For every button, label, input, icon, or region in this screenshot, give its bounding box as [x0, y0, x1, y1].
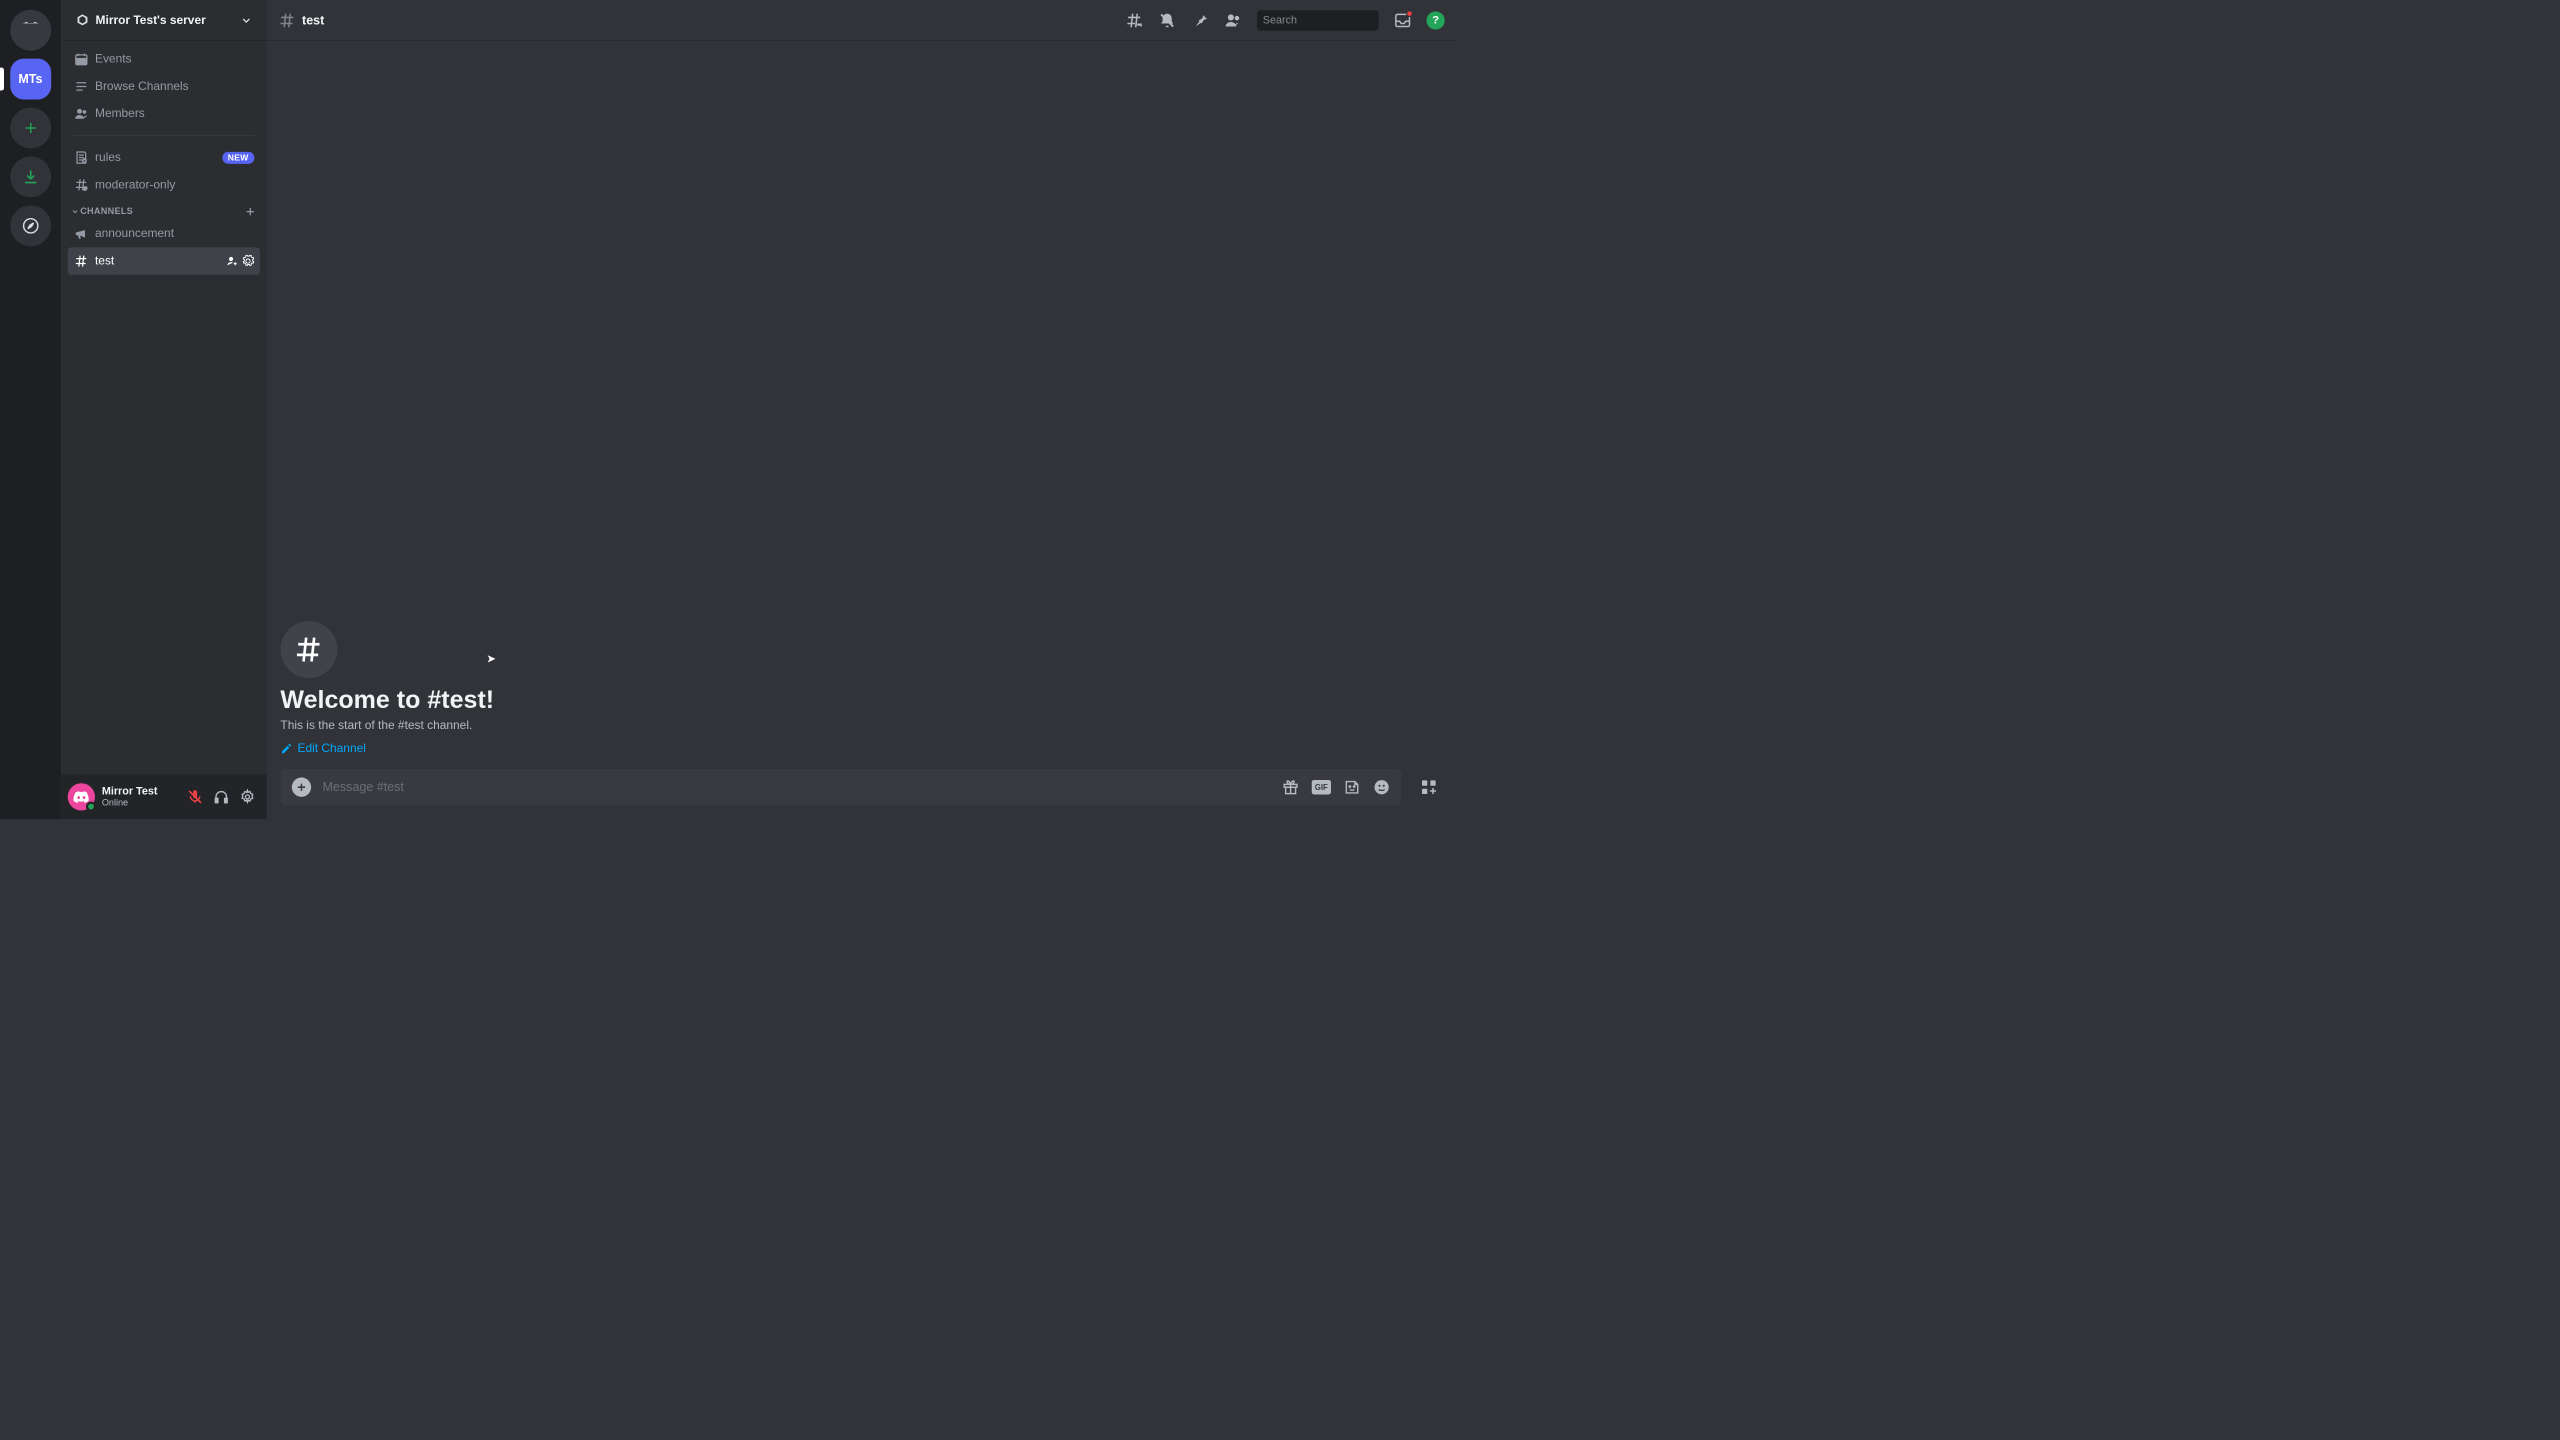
bell-muted-icon — [1158, 11, 1176, 29]
chevron-down-icon — [240, 14, 253, 27]
hash-icon — [73, 253, 89, 269]
avatar[interactable] — [68, 783, 95, 810]
server-rail: MTs — [0, 0, 61, 819]
nav-members[interactable]: Members — [68, 100, 260, 127]
deafen-button[interactable] — [209, 784, 234, 809]
calendar-icon — [73, 51, 89, 67]
gear-icon[interactable] — [242, 255, 255, 268]
welcome-hash-icon — [280, 621, 337, 678]
members-icon — [73, 106, 89, 122]
channel-sidebar: Mirror Test's server Events Browse Chann… — [61, 0, 267, 819]
invite-icon[interactable] — [226, 255, 239, 268]
channel-rules[interactable]: rules NEW — [68, 144, 260, 171]
help-icon: ? — [1427, 11, 1445, 29]
gift-button[interactable] — [1282, 779, 1299, 796]
channel-moderator-only[interactable]: moderator-only — [68, 171, 260, 198]
gift-icon — [1282, 779, 1299, 796]
compass-icon — [22, 217, 39, 234]
channel-list: Events Browse Channels Members rules NEW… — [61, 41, 267, 775]
discover-button[interactable] — [10, 205, 51, 246]
hash-icon — [278, 11, 296, 29]
channel-test[interactable]: test — [68, 247, 260, 274]
gif-icon: GIF — [1312, 779, 1331, 796]
member-list-button[interactable] — [1224, 11, 1242, 29]
nav-browse-channels[interactable]: Browse Channels — [68, 73, 260, 100]
gear-icon — [239, 789, 255, 805]
server-abbrev: MTs — [18, 72, 42, 87]
plus-icon[interactable] — [244, 205, 257, 218]
apps-button[interactable] — [1415, 774, 1442, 801]
attach-button[interactable] — [292, 778, 311, 797]
mute-button[interactable] — [183, 784, 208, 809]
server-name: Mirror Test's server — [96, 13, 240, 27]
apps-icon — [1420, 778, 1438, 796]
pinned-button[interactable] — [1191, 11, 1209, 29]
download-icon — [22, 168, 39, 185]
topbar: test ? — [267, 0, 1456, 41]
server-boost-icon — [75, 13, 90, 28]
discord-logo-icon — [19, 19, 42, 42]
sticker-button[interactable] — [1344, 779, 1361, 796]
dm-button[interactable] — [10, 10, 51, 51]
message-input[interactable] — [323, 780, 1283, 795]
plus-icon — [295, 781, 308, 794]
channel-title: test — [302, 13, 1125, 28]
pin-icon — [1191, 11, 1209, 29]
emoji-icon — [1373, 779, 1390, 796]
cursor-icon: ➤ — [486, 652, 496, 666]
hash-shield-icon — [73, 177, 89, 193]
headphones-icon — [213, 789, 229, 805]
server-icon-active[interactable]: MTs — [10, 59, 51, 100]
user-settings-button[interactable] — [235, 784, 260, 809]
add-server-button[interactable] — [10, 108, 51, 149]
pencil-icon — [280, 742, 293, 755]
channel-welcome: Welcome to #test! This is the start of t… — [280, 621, 1442, 769]
help-button[interactable]: ? — [1427, 11, 1445, 29]
user-info[interactable]: Mirror Test Online — [102, 786, 183, 809]
threads-button[interactable] — [1125, 11, 1143, 29]
notification-button[interactable] — [1158, 11, 1176, 29]
mic-muted-icon — [187, 789, 203, 805]
notification-dot — [1406, 10, 1413, 17]
channel-announcement[interactable]: announcement — [68, 220, 260, 247]
nav-events[interactable]: Events — [68, 46, 260, 73]
chevron-down-icon — [71, 208, 79, 216]
user-panel: Mirror Test Online — [61, 775, 267, 819]
main-area: test ? ➤ Welcome to #test! This is the s… — [267, 0, 1456, 819]
category-channels[interactable]: CHANNELS — [68, 199, 260, 221]
welcome-heading: Welcome to #test! — [280, 686, 1442, 714]
search-input[interactable] — [1263, 14, 1402, 27]
members-icon — [1224, 11, 1242, 29]
chat-area: ➤ Welcome to #test! This is the start of… — [267, 41, 1456, 819]
inbox-button[interactable] — [1394, 11, 1412, 29]
browse-icon — [73, 78, 89, 94]
rules-icon — [73, 150, 89, 166]
active-pill — [0, 68, 4, 91]
sticker-icon — [1344, 779, 1361, 796]
download-apps-button[interactable] — [10, 156, 51, 197]
threads-icon — [1125, 11, 1143, 29]
server-header[interactable]: Mirror Test's server — [61, 0, 267, 41]
plus-icon — [22, 119, 39, 136]
edit-channel-link[interactable]: Edit Channel — [280, 742, 365, 756]
gif-button[interactable]: GIF — [1312, 779, 1331, 796]
welcome-sub: This is the start of the #test channel. — [280, 719, 1442, 733]
emoji-button[interactable] — [1373, 779, 1390, 796]
status-dot — [86, 801, 96, 811]
megaphone-icon — [73, 226, 89, 242]
search-box[interactable] — [1257, 10, 1379, 30]
svg-text:GIF: GIF — [1315, 783, 1328, 792]
message-composer: GIF — [280, 769, 1401, 805]
new-badge: NEW — [222, 152, 254, 164]
divider — [72, 135, 255, 136]
